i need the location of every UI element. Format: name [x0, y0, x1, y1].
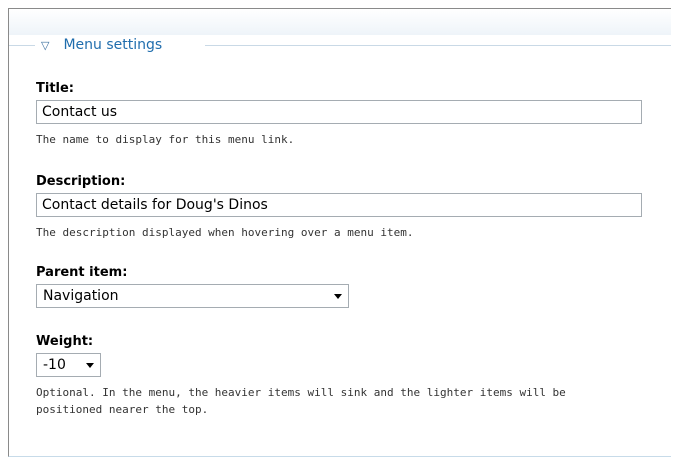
- description-input[interactable]: [36, 193, 642, 217]
- title-input[interactable]: [36, 100, 642, 124]
- weight-description-line-1: Optional. In the menu, the heavier items…: [36, 386, 566, 399]
- weight-selected: -10: [43, 357, 66, 373]
- weight-label: Weight:: [36, 334, 94, 349]
- parent-item-select[interactable]: Navigation: [36, 284, 349, 308]
- weight-field: Weight: -10 Optional. In the menu, the h…: [36, 334, 566, 418]
- parent-item-field: Parent item: Navigation: [36, 265, 349, 308]
- legend-background: [9, 9, 671, 35]
- fieldset-legend-label[interactable]: Menu settings: [63, 37, 162, 53]
- fieldset-legend-toggle[interactable]: ▽ Menu settings: [41, 37, 162, 53]
- triangle-down-icon[interactable]: ▽: [41, 40, 49, 51]
- parent-item-selected: Navigation: [43, 288, 119, 304]
- chevron-down-icon[interactable]: [86, 362, 94, 368]
- description-label: Description:: [36, 174, 126, 189]
- menu-settings-fieldset: ▽ Menu settings Title: The name to displ…: [8, 8, 671, 457]
- fieldset-border-left: [9, 45, 35, 46]
- description-field: Description: The description displayed w…: [36, 174, 642, 241]
- title-field: Title: The name to display for this menu…: [36, 81, 642, 148]
- fieldset-border-right: [205, 45, 671, 46]
- weight-description: Optional. In the menu, the heavier items…: [36, 384, 566, 418]
- chevron-down-icon[interactable]: [334, 293, 342, 299]
- title-description: The name to display for this menu link.: [36, 133, 295, 146]
- weight-description-line-2: positioned nearer the top.: [36, 403, 209, 416]
- description-help: The description displayed when hovering …: [36, 226, 414, 239]
- weight-select[interactable]: -10: [36, 353, 101, 377]
- title-label: Title:: [36, 81, 75, 96]
- parent-item-label: Parent item:: [36, 265, 128, 280]
